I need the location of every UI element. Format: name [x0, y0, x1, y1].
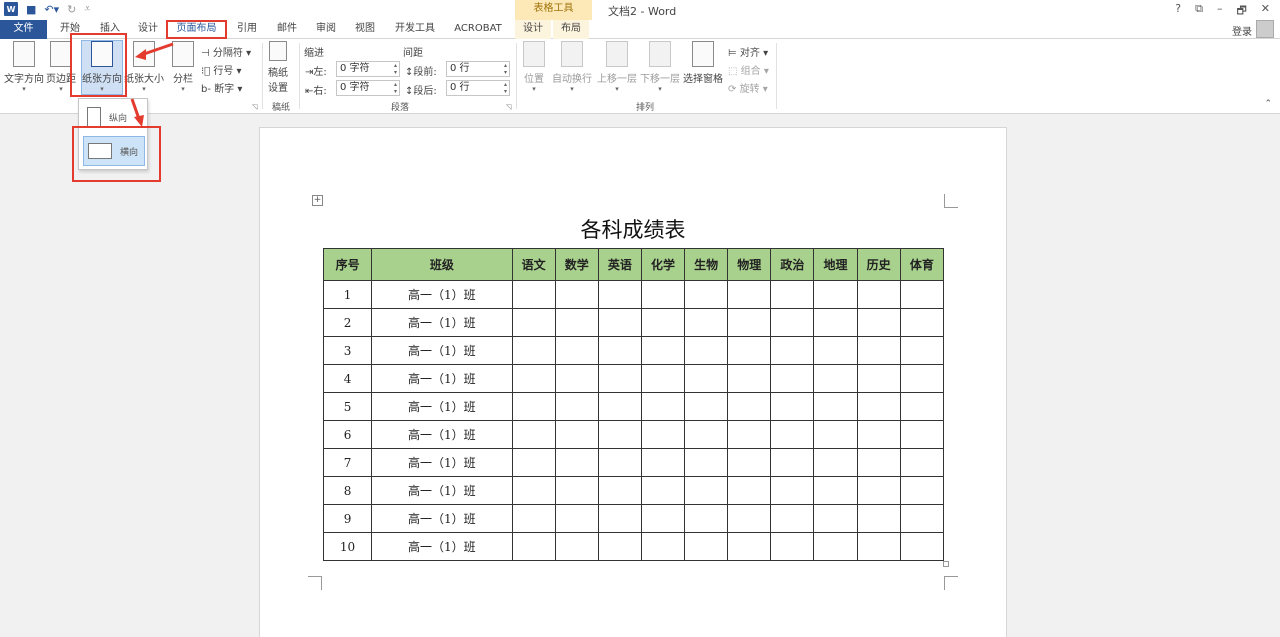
annotation-arrows — [130, 42, 174, 127]
annotation-arrow-to-landscape — [130, 98, 141, 120]
annotation-arrowhead — [135, 49, 146, 60]
annotation-arrowhead — [134, 115, 144, 127]
